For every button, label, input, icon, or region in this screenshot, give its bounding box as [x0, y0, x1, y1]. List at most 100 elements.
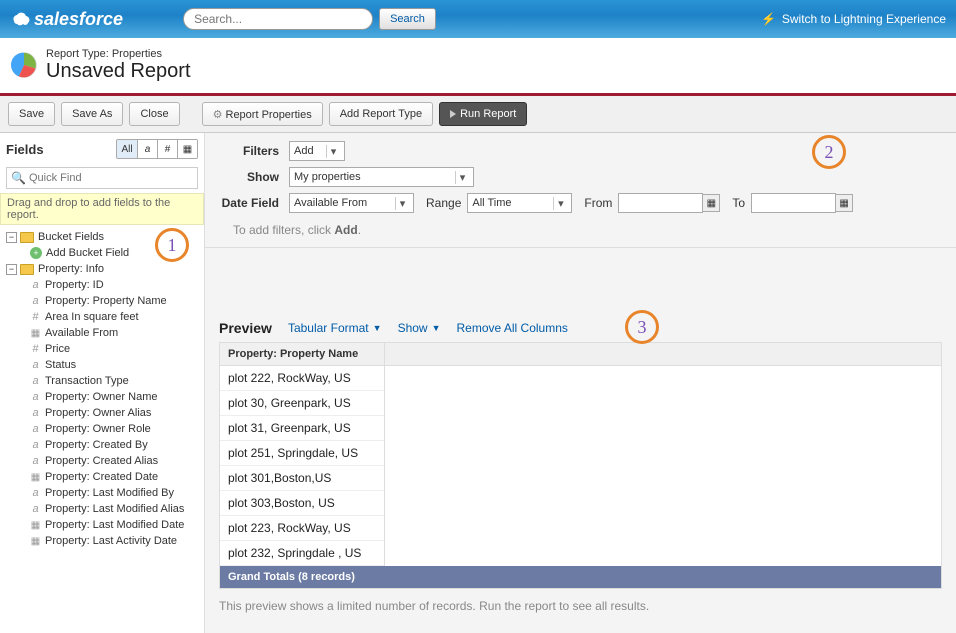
annotation-3: 3 — [625, 310, 659, 344]
table-row[interactable]: plot 223, RockWay, US — [220, 516, 384, 541]
chevron-down-icon: ▼ — [373, 323, 382, 333]
salesforce-logo: salesforce — [10, 9, 123, 30]
table-row[interactable]: plot 251, Springdale, US — [220, 441, 384, 466]
number-type-icon: # — [30, 343, 41, 355]
range-label: Range — [426, 196, 461, 210]
calendar-icon[interactable]: ▦ — [702, 194, 720, 212]
date-field-dropdown[interactable]: Available From▾ — [289, 193, 414, 213]
text-type-icon: a — [30, 407, 41, 419]
field-item[interactable]: aProperty: Owner Alias — [30, 405, 200, 421]
field-label: Area In square feet — [45, 311, 139, 323]
table-row[interactable]: plot 232, Springdale , US — [220, 541, 384, 566]
field-label: Price — [45, 343, 70, 355]
field-item[interactable]: aProperty: Created By — [30, 437, 200, 453]
field-item[interactable]: #Area In square feet — [30, 309, 200, 325]
empty-column-header — [385, 343, 941, 366]
field-item[interactable]: aProperty: Created Alias — [30, 453, 200, 469]
search-input[interactable] — [183, 8, 373, 30]
date-type-icon: ▦ — [30, 520, 41, 531]
add-filter-dropdown[interactable]: Add▾ — [289, 141, 345, 161]
date-type-icon: ▦ — [30, 472, 41, 483]
remove-all-columns-link[interactable]: Remove All Columns — [457, 321, 568, 335]
table-row[interactable]: plot 30, Greenpark, US — [220, 391, 384, 416]
field-label: Property: Last Modified Alias — [45, 503, 184, 515]
search-button[interactable]: Search — [379, 8, 436, 30]
add-report-type-button[interactable]: Add Report Type — [329, 102, 433, 126]
report-name: Unsaved Report — [46, 60, 191, 83]
save-button[interactable]: Save — [8, 102, 55, 126]
annotation-1: 1 — [155, 228, 189, 262]
chevron-down-icon: ▾ — [326, 145, 340, 158]
tabular-format-dropdown[interactable]: Tabular Format▼ — [288, 321, 382, 335]
table-row[interactable]: plot 31, Greenpark, US — [220, 416, 384, 441]
table-row[interactable]: plot 303,Boston, US — [220, 491, 384, 516]
field-label: Property: ID — [45, 279, 104, 291]
calendar-icon[interactable]: ▦ — [835, 194, 853, 212]
pill-all[interactable]: All — [117, 140, 137, 158]
preview-note: This preview shows a limited number of r… — [205, 589, 956, 623]
field-item[interactable]: ▦Property: Last Activity Date — [30, 533, 200, 549]
from-date-input[interactable] — [618, 193, 703, 213]
save-as-button[interactable]: Save As — [61, 102, 123, 126]
property-info-folder[interactable]: − Property: Info — [4, 261, 200, 277]
field-item[interactable]: # Price — [30, 341, 200, 357]
field-item[interactable]: ▦Property: Last Modified Date — [30, 517, 200, 533]
text-type-icon: a — [30, 439, 41, 451]
pill-date[interactable]: ▦ — [177, 140, 197, 158]
show-dropdown[interactable]: My properties▾ — [289, 167, 474, 187]
field-item[interactable]: aTransaction Type — [30, 373, 200, 389]
collapse-icon[interactable]: − — [6, 264, 17, 275]
field-item[interactable]: a Property: Last Modified Alias — [30, 501, 200, 517]
report-chart-icon — [10, 51, 38, 79]
pill-text[interactable]: a — [137, 140, 157, 158]
report-title-bar: Report Type: Properties Unsaved Report — [0, 38, 956, 96]
field-type-filter: All a # ▦ — [116, 139, 198, 159]
calendar-icon: ▦ — [183, 144, 192, 155]
field-item[interactable]: aProperty: Owner Name — [30, 389, 200, 405]
search-icon: 🔍 — [11, 171, 26, 185]
field-label: Available From — [45, 327, 118, 339]
range-dropdown[interactable]: All Time▾ — [467, 193, 572, 213]
field-label: Property: Last Activity Date — [45, 535, 177, 547]
field-item[interactable]: a Property: Property Name — [30, 293, 200, 309]
column-header[interactable]: Property: Property Name — [220, 343, 384, 366]
field-label: Property: Property Name — [45, 295, 167, 307]
play-icon — [450, 110, 456, 118]
show-label: Show — [219, 170, 289, 184]
add-filters-hint: To add filters, click Add. — [219, 219, 946, 237]
folder-icon — [20, 264, 34, 275]
text-type-icon: a — [30, 359, 41, 371]
chevron-down-icon: ▾ — [395, 197, 409, 210]
close-button[interactable]: Close — [129, 102, 179, 126]
report-properties-button[interactable]: ⚙ Report Properties — [202, 102, 323, 126]
field-item[interactable]: a Property: Owner Role — [30, 421, 200, 437]
field-item[interactable]: aProperty: Last Modified By — [30, 485, 200, 501]
text-type-icon: a — [30, 503, 41, 515]
report-toolbar: Save Save As Close ⚙ Report Properties A… — [0, 96, 956, 133]
table-row[interactable]: plot 301,Boston,US — [220, 466, 384, 491]
filters-label: Filters — [219, 144, 289, 158]
field-item[interactable]: a Status — [30, 357, 200, 373]
table-row[interactable]: plot 222, RockWay, US — [220, 366, 384, 391]
field-label: Status — [45, 359, 76, 371]
field-label: Property: Created Alias — [45, 455, 158, 467]
switch-to-lightning-link[interactable]: ⚡ Switch to Lightning Experience — [761, 12, 946, 26]
report-type-label: Report Type: Properties — [46, 48, 162, 60]
field-item[interactable]: ▦Available From — [30, 325, 200, 341]
field-label: Property: Owner Role — [45, 423, 151, 435]
to-date-input[interactable] — [751, 193, 836, 213]
lightning-icon: ⚡ — [761, 12, 776, 26]
run-report-button[interactable]: Run Report — [439, 102, 527, 126]
field-label: Transaction Type — [45, 375, 129, 387]
pill-number[interactable]: # — [157, 140, 177, 158]
text-type-icon: a — [30, 423, 41, 435]
field-item[interactable]: ▦Property: Created Date — [30, 469, 200, 485]
fields-sidebar: Fields All a # ▦ 🔍 Drag and drop to add … — [0, 133, 205, 633]
global-search: Search — [183, 8, 436, 30]
show-dropdown-preview[interactable]: Show▼ — [398, 321, 441, 335]
text-type-icon: a — [30, 295, 41, 307]
text-type-icon: a — [30, 391, 41, 403]
collapse-icon[interactable]: − — [6, 232, 17, 243]
quick-find-input[interactable] — [6, 167, 198, 189]
field-item[interactable]: aProperty: ID — [30, 277, 200, 293]
